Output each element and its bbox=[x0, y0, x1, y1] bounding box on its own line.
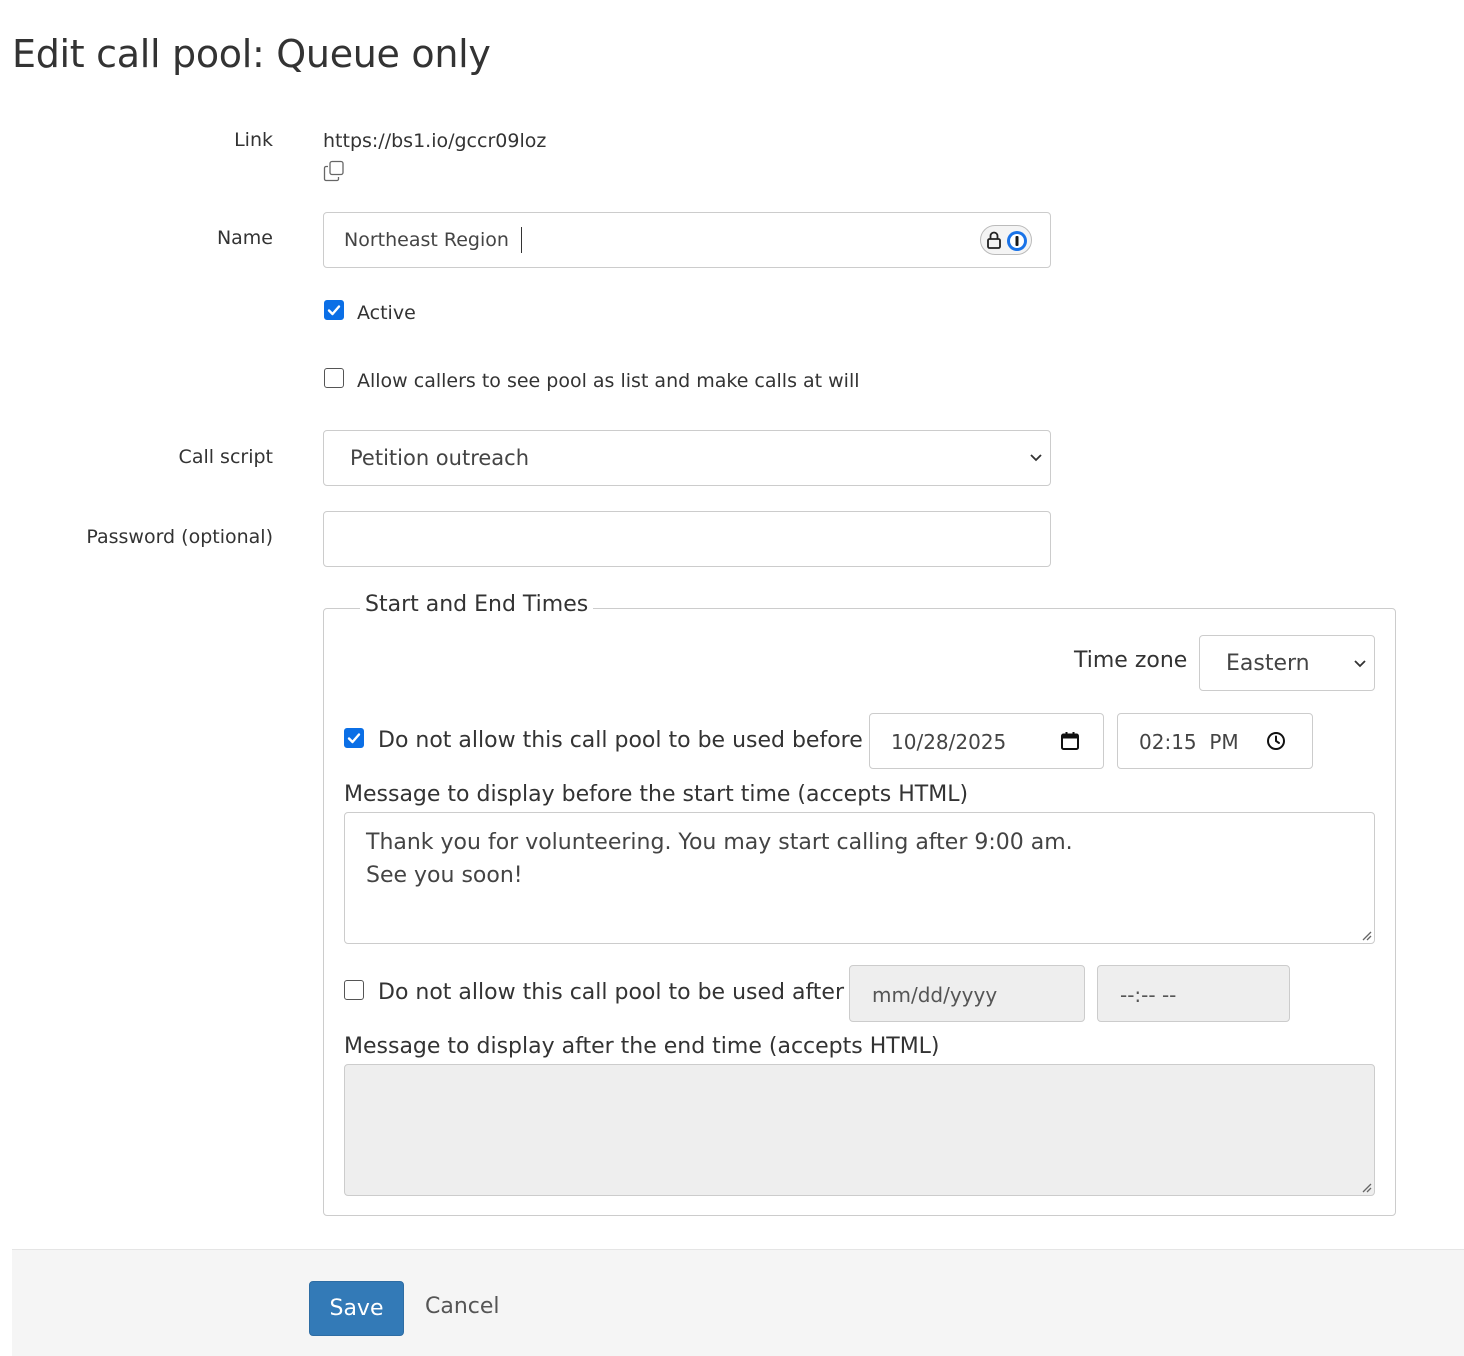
calendar-icon[interactable] bbox=[1060, 731, 1080, 751]
form-actions-bar bbox=[12, 1249, 1464, 1356]
active-checkbox[interactable] bbox=[324, 300, 344, 320]
start-message-line-1: Thank you for volunteering. You may star… bbox=[366, 830, 1073, 855]
chevron-down-icon bbox=[1030, 454, 1042, 462]
clock-icon[interactable] bbox=[1266, 731, 1286, 751]
start-date-value: 10/28/2025 bbox=[891, 730, 1007, 754]
start-time-checkbox[interactable] bbox=[344, 728, 364, 748]
text-cursor bbox=[521, 227, 522, 253]
call-script-selected: Petition outreach bbox=[350, 446, 530, 470]
resize-handle-icon[interactable] bbox=[1360, 929, 1372, 941]
start-time-input[interactable]: 02:15 PM bbox=[1117, 713, 1313, 769]
end-time-placeholder: --:-- -- bbox=[1120, 983, 1177, 1007]
save-button[interactable]: Save bbox=[309, 1281, 404, 1336]
link-label: Link bbox=[234, 129, 273, 151]
start-message-label: Message to display before the start time… bbox=[344, 782, 969, 807]
cancel-link[interactable]: Cancel bbox=[425, 1294, 500, 1319]
start-message-textarea[interactable]: Thank you for volunteering. You may star… bbox=[344, 812, 1375, 944]
timezone-selected: Eastern bbox=[1226, 651, 1310, 676]
start-time-value: 02:15 PM bbox=[1139, 730, 1239, 754]
end-date-input[interactable]: mm/dd/yyyy bbox=[849, 965, 1085, 1022]
start-end-times-legend: Start and End Times bbox=[360, 592, 594, 617]
allow-list-label: Allow callers to see pool as list and ma… bbox=[357, 370, 860, 392]
call-script-select[interactable]: Petition outreach bbox=[323, 430, 1051, 486]
link-value[interactable]: https://bs1.io/gccr09loz bbox=[323, 130, 546, 152]
chevron-down-icon bbox=[1354, 660, 1366, 668]
timezone-label: Time zone bbox=[1074, 648, 1188, 673]
allow-list-checkbox[interactable] bbox=[324, 368, 344, 388]
end-time-checkbox[interactable] bbox=[344, 980, 364, 1000]
start-message-line-2: See you soon! bbox=[366, 863, 523, 888]
end-message-textarea[interactable] bbox=[344, 1064, 1375, 1196]
page-title: Edit call pool: Queue only bbox=[12, 32, 491, 76]
end-time-label: Do not allow this call pool to be used a… bbox=[378, 980, 845, 1005]
start-time-label: Do not allow this call pool to be used b… bbox=[378, 728, 863, 753]
end-time-input[interactable]: --:-- -- bbox=[1097, 965, 1290, 1022]
name-input[interactable]: Northeast Region bbox=[323, 212, 1051, 268]
active-label: Active bbox=[357, 302, 416, 324]
resize-handle-icon[interactable] bbox=[1360, 1181, 1372, 1193]
end-date-placeholder: mm/dd/yyyy bbox=[872, 983, 998, 1007]
password-manager-icon[interactable] bbox=[980, 225, 1032, 255]
name-label: Name bbox=[216, 227, 273, 249]
timezone-select[interactable]: Eastern bbox=[1199, 635, 1375, 691]
name-input-value: Northeast Region bbox=[344, 229, 509, 251]
start-date-input[interactable]: 10/28/2025 bbox=[869, 713, 1104, 769]
password-input[interactable] bbox=[323, 511, 1051, 567]
password-label: Password (optional) bbox=[86, 526, 273, 548]
end-message-label: Message to display after the end time (a… bbox=[344, 1034, 940, 1059]
call-script-label: Call script bbox=[178, 446, 273, 468]
copy-icon[interactable] bbox=[323, 160, 345, 182]
